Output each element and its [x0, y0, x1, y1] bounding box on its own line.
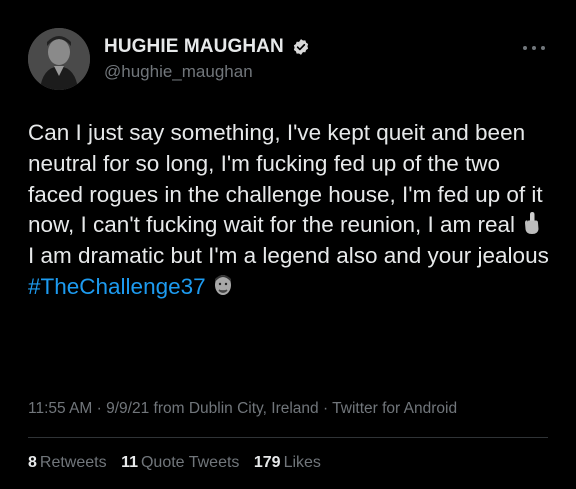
tweet-header: HUGHIE MAUGHAN @hughie_maughan [28, 28, 548, 92]
hashtag-link[interactable]: #TheChallenge37 [28, 274, 206, 299]
avatar[interactable] [28, 28, 90, 90]
tweet-date[interactable]: 9/9/21 [106, 400, 149, 417]
tweet-stats: 8 Retweets 11 Quote Tweets 179 Likes [28, 454, 331, 472]
tweet-location[interactable]: from Dublin City, Ireland [154, 400, 319, 417]
face-avatar-icon [214, 274, 231, 295]
handle[interactable]: @hughie_maughan [104, 62, 310, 82]
tweet-source[interactable]: Twitter for Android [332, 400, 457, 417]
tweet-text: Can I just say something, I've kept quei… [28, 118, 553, 303]
tweet-text-part-2: I am dramatic but I'm a legend also and … [28, 243, 549, 269]
quote-tweets-stat[interactable]: 11 Quote Tweets [121, 454, 239, 472]
likes-label: Likes [283, 454, 321, 471]
divider [28, 437, 548, 438]
tweet-text-part-1: Can I just say something, I've kept quei… [28, 120, 543, 238]
meta-separator: · [92, 400, 107, 417]
likes-count: 179 [253, 454, 281, 471]
author-names: HUGHIE MAUGHAN @hughie_maughan [104, 36, 310, 82]
display-name[interactable]: HUGHIE MAUGHAN [104, 36, 284, 58]
more-options-icon[interactable] [520, 40, 548, 60]
tweet-card: HUGHIE MAUGHAN @hughie_maughan Can I jus… [0, 0, 576, 489]
quote-tweets-count: 11 [121, 454, 138, 471]
tweet-meta: 11:55 AM · 9/9/21 from Dublin City, Irel… [28, 400, 457, 418]
middle-finger-icon [525, 212, 539, 235]
retweets-count: 8 [28, 454, 37, 471]
avatar-image [28, 28, 90, 90]
verified-badge-icon [294, 39, 309, 55]
meta-separator: · [318, 400, 333, 417]
retweets-label: Retweets [39, 454, 107, 471]
tweet-time[interactable]: 11:55 AM [28, 400, 92, 417]
retweets-stat[interactable]: 8 Retweets [28, 454, 107, 472]
likes-stat[interactable]: 179 Likes [254, 454, 321, 472]
quote-tweets-label: Quote Tweets [140, 454, 240, 471]
